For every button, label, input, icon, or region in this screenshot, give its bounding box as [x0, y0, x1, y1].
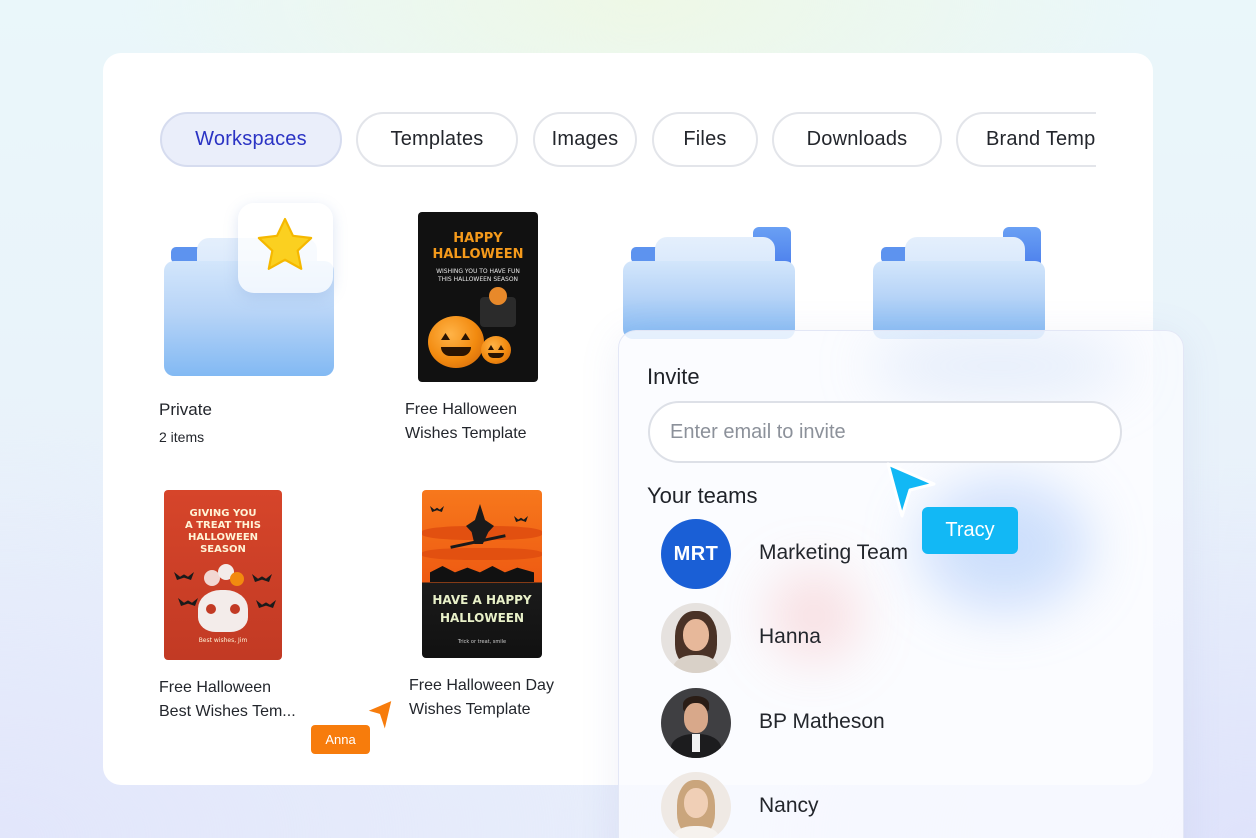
thumb-title-line: HALLOWEEN — [439, 611, 525, 625]
team-item-marketing[interactable]: MRT Marketing Team — [661, 519, 1081, 589]
thumb-footer: Trick or treat, smile — [457, 639, 507, 645]
tab-files[interactable]: Files — [652, 112, 758, 167]
private-folder[interactable] — [163, 203, 338, 378]
team-avatar: MRT — [661, 519, 731, 589]
avatar — [661, 603, 731, 673]
item-title-line2: Best Wishes Tem... — [159, 703, 296, 720]
tab-images[interactable]: Images — [533, 112, 637, 167]
tab-bar: Workspaces Templates Images Files Downlo… — [158, 108, 1096, 170]
team-name: Marketing Team — [759, 541, 909, 564]
member-name: Hanna — [759, 625, 821, 648]
item-title: Private — [159, 400, 212, 419]
thumb-title-line: HALLOWEEN — [432, 247, 524, 262]
item-title-line1: Free Halloween — [159, 679, 272, 696]
template-thumbnail[interactable]: HAVE A HAPPY HALLOWEEN Trick or treat, s… — [422, 490, 542, 658]
member-name: BP Matheson — [759, 710, 885, 733]
item-title-line1: Free Halloween Day — [409, 677, 554, 694]
member-item-nancy[interactable]: Nancy — [661, 772, 1081, 838]
invite-heading: Invite — [647, 364, 700, 389]
thumb-footer: Best wishes, Jim — [198, 637, 248, 644]
member-item-bp-matheson[interactable]: BP Matheson — [661, 688, 1081, 758]
item-title-line1: Free Halloween — [405, 401, 518, 418]
member-item-hanna[interactable]: Hanna — [661, 603, 1081, 673]
email-invite-input[interactable] — [648, 401, 1122, 463]
folder-icon[interactable] — [871, 225, 1049, 339]
thumb-subline: WISHING YOU TO HAVE FUN — [436, 268, 520, 275]
folder-icon[interactable] — [621, 225, 799, 339]
member-name: Nancy — [759, 794, 819, 817]
star-icon — [257, 217, 313, 270]
thumb-title-line: SEASON — [200, 544, 246, 555]
template-thumbnail[interactable]: GIVING YOU A TREAT THIS HALLOWEEN SEASON… — [164, 490, 282, 660]
invite-panel: Invite Your teams MRT Marketing Team Han… — [618, 330, 1184, 838]
item-title-line2: Wishes Template — [405, 425, 527, 442]
teams-heading: Your teams — [647, 483, 758, 508]
pumpkin-icon — [428, 316, 484, 368]
thumb-title-line: HAPPY — [453, 231, 503, 246]
thumb-title-line: HALLOWEEN — [187, 532, 259, 543]
item-subtitle: 2 items — [159, 429, 205, 445]
tab-workspaces[interactable]: Workspaces — [160, 112, 342, 167]
tab-downloads[interactable]: Downloads — [772, 112, 942, 167]
cursor-label-anna: Anna — [311, 725, 370, 754]
tab-brand-templates[interactable]: Brand Templates — [956, 112, 1096, 167]
avatar — [661, 688, 731, 758]
avatar — [661, 772, 731, 838]
scarecrow-head — [489, 287, 507, 305]
item-title-line2: Wishes Template — [409, 701, 531, 718]
thumb-title-line: GIVING YOU — [189, 508, 257, 519]
thumb-title-line: A TREAT THIS — [185, 520, 261, 531]
star-badge — [238, 203, 333, 293]
cursor-label-tracy: Tracy — [922, 507, 1018, 554]
thumb-title-line: HAVE A HAPPY — [432, 593, 532, 607]
tab-templates[interactable]: Templates — [356, 112, 518, 167]
pumpkin-icon — [481, 336, 511, 364]
thumb-subline: THIS HALLOWEEN SEASON — [437, 276, 519, 283]
template-thumbnail[interactable]: HAPPY HALLOWEEN WISHING YOU TO HAVE FUN … — [418, 212, 538, 382]
